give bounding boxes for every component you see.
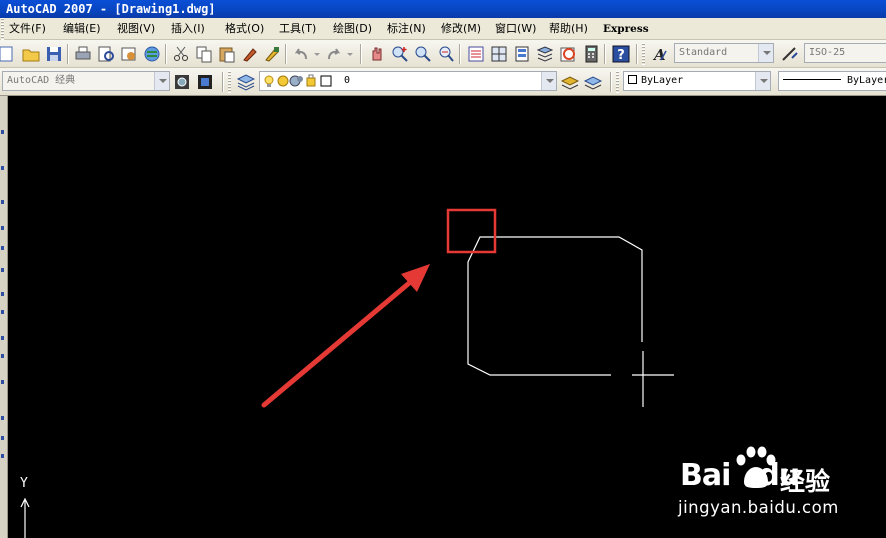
markup-set-manager-icon[interactable] — [558, 44, 578, 64]
toolbar-grip[interactable] — [642, 43, 645, 65]
open-icon[interactable] — [21, 44, 41, 64]
text-style-icon[interactable]: A — [650, 44, 670, 64]
quickcalc-icon[interactable] — [581, 44, 601, 64]
window-title: AutoCAD 2007 - [Drawing1.dwg] — [6, 2, 216, 16]
chevron-down-icon — [154, 72, 169, 90]
linetype-value: ByLayer — [847, 75, 886, 86]
new-icon[interactable] — [0, 44, 16, 64]
print-icon[interactable] — [73, 44, 93, 64]
separator — [67, 44, 69, 64]
crosshair-cursor — [632, 351, 674, 407]
menu-format[interactable]: 格式(O) — [225, 18, 264, 40]
separator — [165, 44, 167, 64]
layer-state-icons — [264, 74, 332, 87]
publish-web-icon[interactable] — [142, 44, 162, 64]
publish-icon[interactable] — [119, 44, 139, 64]
menu-edit[interactable]: 编辑(E) — [63, 18, 101, 40]
toolbar-grip[interactable] — [616, 71, 619, 93]
layer-value: 0 — [344, 75, 351, 86]
text-style-select[interactable]: Standard — [674, 43, 774, 63]
menu-help[interactable]: 帮助(H) — [549, 18, 588, 40]
properties-icon[interactable] — [466, 44, 486, 64]
zoom-previous-icon[interactable] — [436, 44, 456, 64]
my-workspace-icon[interactable] — [195, 72, 215, 92]
menu-tools[interactable]: 工具(T) — [279, 18, 316, 40]
undo-dropdown-icon[interactable] — [312, 44, 322, 64]
workspace-value: AutoCAD 经典 — [7, 75, 76, 86]
redo-dropdown-icon[interactable] — [345, 44, 355, 64]
layer-properties-icon[interactable] — [236, 72, 256, 92]
standard-toolbar: ? A Standard ISO-25 — [0, 40, 886, 68]
ucs-y-label: Y — [20, 476, 28, 491]
separator — [636, 44, 638, 64]
zoom-realtime-icon[interactable] — [390, 44, 410, 64]
menu-dimension[interactable]: 标注(N) — [387, 18, 426, 40]
annotation-arrow — [261, 264, 430, 408]
chevron-down-icon — [758, 44, 773, 62]
menu-draw[interactable]: 绘图(D) — [333, 18, 372, 40]
menu-express[interactable]: Express — [603, 18, 649, 40]
undo-icon[interactable] — [291, 44, 311, 64]
paw-logo-icon — [736, 446, 776, 488]
separator — [285, 44, 287, 64]
plot-preview-icon[interactable] — [96, 44, 116, 64]
block-editor-icon[interactable] — [262, 44, 282, 64]
tool-palettes-icon[interactable] — [512, 44, 532, 64]
zoom-window-icon[interactable] — [413, 44, 433, 64]
make-layer-current-icon[interactable] — [560, 72, 580, 92]
draw-toolbar-strip[interactable] — [0, 96, 8, 538]
workspace-settings-icon[interactable] — [172, 72, 192, 92]
menu-window[interactable]: 窗口(W) — [495, 18, 536, 40]
paste-icon[interactable] — [217, 44, 237, 64]
menu-insert[interactable]: 插入(I) — [171, 18, 205, 40]
dimension-style-icon[interactable] — [780, 44, 800, 64]
chevron-down-icon — [755, 72, 770, 90]
layers-toolbar: AutoCAD 经典 0 ByLayer ByLayer — [0, 68, 886, 96]
linetype-control-select[interactable]: ByLayer — [778, 71, 886, 91]
separator — [222, 72, 224, 92]
separator — [604, 44, 606, 64]
watermark: Bai du 经验 jingyan.baidu.com — [676, 440, 882, 530]
cut-icon[interactable] — [171, 44, 191, 64]
design-center-icon[interactable] — [489, 44, 509, 64]
copy-icon[interactable] — [194, 44, 214, 64]
menu-bar: 文件(F) 编辑(E) 视图(V) 插入(I) 格式(O) 工具(T) 绘图(D… — [0, 18, 886, 40]
chevron-down-icon — [541, 72, 556, 90]
menu-view[interactable]: 视图(V) — [117, 18, 155, 40]
text-style-value: Standard — [679, 47, 728, 58]
svg-text:?: ? — [617, 48, 625, 63]
color-value: ByLayer — [641, 75, 684, 86]
separator — [459, 44, 461, 64]
color-swatch — [628, 75, 637, 84]
title-bar: AutoCAD 2007 - [Drawing1.dwg] — [0, 0, 886, 18]
pan-realtime-icon[interactable] — [367, 44, 387, 64]
toolbar-grip[interactable] — [228, 71, 231, 93]
dimension-style-select[interactable]: ISO-25 — [804, 43, 886, 63]
layer-select[interactable]: 0 — [259, 71, 557, 91]
help-icon[interactable]: ? — [611, 44, 631, 64]
linetype-preview — [783, 79, 841, 80]
save-icon[interactable] — [44, 44, 64, 64]
sheet-set-manager-icon[interactable] — [535, 44, 555, 64]
separator — [610, 72, 612, 92]
layer-previous-icon[interactable] — [583, 72, 603, 92]
watermark-url: jingyan.baidu.com — [678, 498, 839, 517]
drawn-polyline[interactable] — [467, 236, 643, 376]
ucs-icon — [20, 497, 30, 538]
highlight-box — [446, 208, 497, 254]
match-properties-icon[interactable] — [240, 44, 260, 64]
watermark-cn: 经验 — [780, 467, 831, 496]
redo-icon[interactable] — [324, 44, 344, 64]
menu-file[interactable]: 文件(F) — [9, 18, 46, 40]
menu-grip[interactable] — [1, 18, 4, 40]
workspace-select[interactable]: AutoCAD 经典 — [2, 71, 170, 91]
menu-modify[interactable]: 修改(M) — [441, 18, 481, 40]
color-control-select[interactable]: ByLayer — [623, 71, 771, 91]
dimension-style-value: ISO-25 — [809, 47, 846, 58]
separator — [360, 44, 362, 64]
